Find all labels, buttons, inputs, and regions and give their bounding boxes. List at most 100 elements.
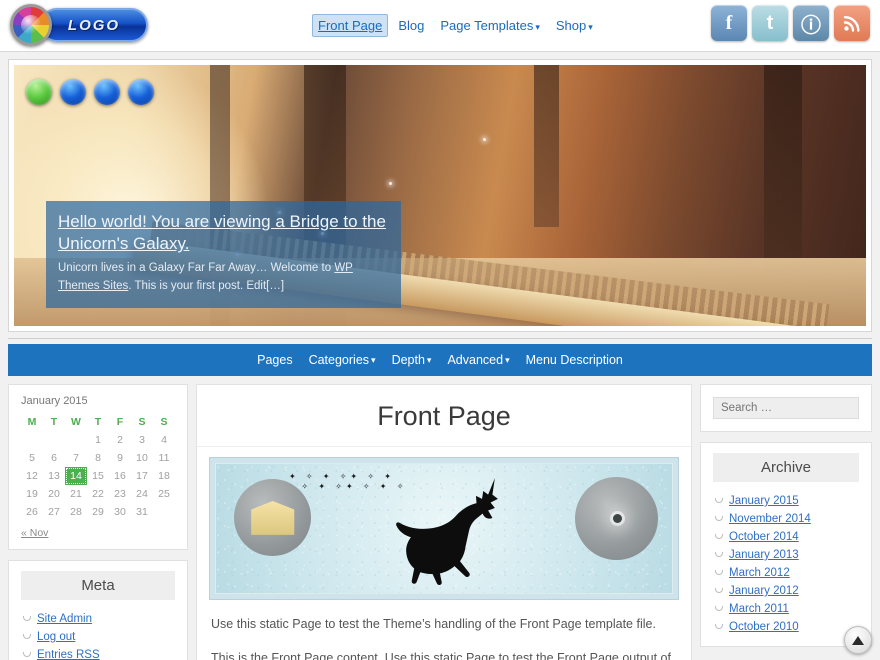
slider-dot-1[interactable] <box>26 79 52 105</box>
wordpress-icon[interactable]: ⓘ <box>793 5 829 41</box>
calendar-prev-month-link[interactable]: « Nov <box>21 527 48 539</box>
slider-dot-3[interactable] <box>94 79 120 105</box>
calendar-weekday: T <box>50 416 58 428</box>
calendar-day: 27 <box>48 506 60 518</box>
calendar-day: 6 <box>51 452 57 464</box>
sidebar-left: January 2015 M T W T F S S 1 2 3 4 5 6 7… <box>8 384 188 660</box>
calendar-day-today[interactable]: 14 <box>65 467 87 485</box>
calendar-day: 10 <box>136 452 148 464</box>
facebook-icon[interactable]: f <box>711 5 747 41</box>
page-article: Front Page ✦ ✧ ✦ ✧✦ ✧ ✦ ✧ ✦ ✧✦ ✧ ✦ ✧ Use… <box>196 384 692 660</box>
chevron-down-icon: ▾ <box>535 22 540 32</box>
nav-item-page-templates[interactable]: Page Templates ▾ <box>434 14 546 37</box>
archive-link-march-2011[interactable]: March 2011 <box>729 603 789 615</box>
calendar-day: 7 <box>73 452 79 464</box>
bullet-icon <box>23 652 31 657</box>
search-input[interactable] <box>713 397 859 419</box>
calendar-day: 3 <box>139 434 145 446</box>
calendar-day: 2 <box>117 434 123 446</box>
bullet-icon <box>715 570 723 575</box>
calendar-day: 4 <box>161 434 167 446</box>
featured-image: ✦ ✧ ✦ ✧✦ ✧ ✦ ✧ ✦ ✧✦ ✧ ✦ ✧ <box>209 457 679 600</box>
list-item: Entries RSS <box>21 646 175 660</box>
chevron-down-icon: ▾ <box>588 22 593 32</box>
meta-list: Site Admin Log out Entries RSS Comments … <box>21 610 175 660</box>
calendar-week-row: 1 2 3 4 <box>21 431 175 449</box>
slider-dot-2[interactable] <box>60 79 86 105</box>
hero-caption-title-link[interactable]: Hello world! You are viewing a Bridge to… <box>58 212 386 254</box>
slider-pagination <box>26 79 154 105</box>
archive-link-january-2013[interactable]: January 2013 <box>729 549 799 561</box>
calendar-day: 28 <box>70 506 82 518</box>
hero-caption-title: Hello world! You are viewing a Bridge to… <box>58 211 389 257</box>
nav-item-blog[interactable]: Blog <box>392 14 430 37</box>
article-paragraph-1: Use this static Page to test the Theme’s… <box>211 617 656 631</box>
bullet-icon <box>715 588 723 593</box>
archive-link-january-2015[interactable]: January 2015 <box>729 495 799 507</box>
unicorn-silhouette-icon <box>395 477 498 585</box>
hero-caption: Hello world! You are viewing a Bridge to… <box>46 200 401 308</box>
meta-link-log-out[interactable]: Log out <box>37 631 75 643</box>
triangle-up-icon <box>852 635 864 645</box>
subnav-item-categories[interactable]: Categories ▾ <box>309 353 376 367</box>
site-logo[interactable]: LOGO <box>10 4 148 46</box>
archive-link-october-2010[interactable]: October 2010 <box>729 621 799 633</box>
article-paragraph-2: This is the Front Page content. Use this… <box>211 651 671 660</box>
archive-widget: Archive January 2015 November 2014 Octob… <box>700 442 872 647</box>
archive-widget-title: Archive <box>713 453 859 482</box>
calendar-week-row: 19 20 21 22 23 24 25 <box>21 485 175 503</box>
slider-dot-4[interactable] <box>128 79 154 105</box>
calendar-weekday: F <box>116 416 124 428</box>
twitter-icon[interactable]: t <box>752 5 788 41</box>
secondary-navigation: Pages Categories ▾ Depth ▾ Advanced ▾ Menu … <box>8 344 872 376</box>
chevron-down-icon: ▾ <box>371 354 376 365</box>
nav-item-shop[interactable]: Shop ▾ <box>550 14 599 37</box>
secondary-navigation-wrap: Pages Categories ▾ Depth ▾ Advanced ▾ Menu … <box>8 338 872 376</box>
archive-link-november-2014[interactable]: November 2014 <box>729 513 811 525</box>
meta-widget-title: Meta <box>21 571 175 600</box>
archive-link-january-2012[interactable]: January 2012 <box>729 585 799 597</box>
calendar-week-row: 26 27 28 29 30 31 <box>21 503 175 521</box>
calendar-day <box>43 431 65 449</box>
subnav-item-menu-description[interactable]: Menu Description <box>526 353 623 367</box>
list-item: March 2012 <box>713 564 859 582</box>
calendar-day: 15 <box>92 470 104 482</box>
chevron-down-icon: ▾ <box>426 354 432 365</box>
scroll-to-top-button[interactable] <box>844 626 872 654</box>
calendar-day <box>21 431 43 449</box>
calendar-day <box>65 431 87 449</box>
nav-item-front-page[interactable]: Front Page <box>312 14 389 37</box>
calendar-day: 19 <box>26 488 38 500</box>
subnav-item-depth[interactable]: Depth ▾ <box>392 353 432 367</box>
meta-link-entries-rss[interactable]: Entries RSS <box>37 649 100 660</box>
meta-link-site-admin[interactable]: Site Admin <box>37 613 92 625</box>
logo-pill[interactable]: LOGO <box>40 8 148 42</box>
content-grid: January 2015 M T W T F S S 1 2 3 4 5 6 7… <box>8 384 872 660</box>
calendar-day <box>153 503 175 521</box>
subnav-item-advanced[interactable]: Advanced ▾ <box>447 353 509 367</box>
archive-list: January 2015 November 2014 October 2014 … <box>713 492 859 636</box>
rss-icon[interactable] <box>834 5 870 41</box>
list-item: January 2015 <box>713 492 859 510</box>
bullet-icon <box>715 516 723 521</box>
list-item: Site Admin <box>21 610 175 628</box>
calendar-caption: January 2015 <box>21 395 88 407</box>
archive-link-march-2012[interactable]: March 2012 <box>729 567 790 579</box>
list-item: January 2012 <box>713 582 859 600</box>
sidebar-right: Archive January 2015 November 2014 Octob… <box>700 384 872 660</box>
color-wheel-icon <box>10 4 52 46</box>
calendar-day: 22 <box>92 488 104 500</box>
archive-link-october-2014[interactable]: October 2014 <box>729 531 799 543</box>
calendar-day: 25 <box>158 488 170 500</box>
calendar-day: 23 <box>114 488 126 500</box>
tree-trunk <box>533 65 560 227</box>
calendar-day: 18 <box>158 470 170 482</box>
calendar-day: 31 <box>136 506 148 518</box>
calendar-day: 24 <box>136 488 148 500</box>
calendar-week-row: 5 6 7 8 9 10 11 <box>21 449 175 467</box>
chevron-down-icon: ▾ <box>505 354 510 365</box>
subnav-item-pages[interactable]: Pages <box>257 353 292 367</box>
calendar-weekday-row: M T W T F S S <box>21 413 175 431</box>
calendar-day: 13 <box>48 470 60 482</box>
hero-slide: Hello world! You are viewing a Bridge to… <box>14 65 866 326</box>
